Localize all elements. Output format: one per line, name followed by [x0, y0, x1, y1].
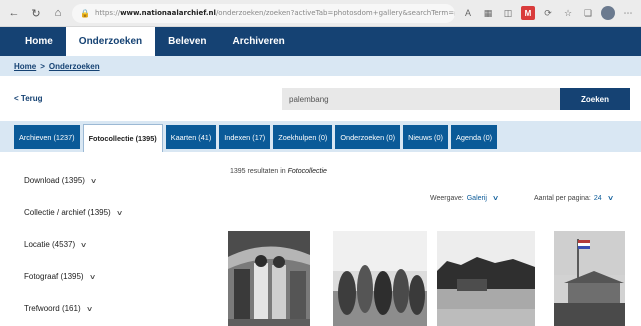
photo-thumbnail[interactable] — [228, 231, 310, 326]
chevron-down-icon: ∨ — [491, 195, 500, 202]
breadcrumb: Home > Onderzoeken — [0, 56, 641, 76]
facet-download[interactable]: Download (1395) ∨ — [24, 176, 98, 185]
chevron-down-icon: ∨ — [88, 273, 96, 281]
chevron-down-icon: ∨ — [85, 305, 93, 313]
breadcrumb-separator: > — [40, 61, 45, 71]
url-domain: www.nationaalarchief.nl — [120, 9, 216, 17]
nav-archiveren[interactable]: Archiveren — [220, 27, 298, 56]
chevron-down-icon: ∨ — [115, 209, 123, 217]
lock-icon: 🔒 — [80, 8, 90, 18]
favorites-icon[interactable]: ☆ — [561, 6, 575, 20]
tab-zoekhulpen[interactable]: Zoekhulpen (0) — [273, 125, 333, 149]
tab-indexen[interactable]: Indexen (17) — [219, 125, 271, 149]
results-content: Download (1395) ∨ Collectie / archief (1… — [0, 152, 641, 326]
tab-agenda[interactable]: Agenda (0) — [450, 125, 498, 149]
back-arrow-icon[interactable]: ← — [6, 5, 22, 21]
search-input[interactable]: palembang — [282, 88, 560, 110]
nav-beleven[interactable]: Beleven — [155, 27, 219, 56]
results-count-text: 1395 resultaten in — [230, 168, 286, 175]
search-row: < Terug palembang Zoeken — [0, 76, 641, 121]
facet-fotograaf[interactable]: Fotograaf (1395) ∨ — [24, 272, 96, 281]
per-page-selector[interactable]: Aantal per pagina: 24 ∨ — [534, 194, 614, 203]
photo-image — [437, 231, 535, 326]
extension-icon[interactable]: M — [521, 6, 535, 20]
immersive-reader-icon[interactable]: ▦ — [481, 6, 495, 20]
per-page-value: 24 — [593, 194, 602, 202]
results-count: 1395 resultaten in Fotocollectie — [230, 168, 327, 175]
main-navigation: Home Onderzoeken Beleven Archiveren — [0, 27, 641, 56]
photo-image — [554, 231, 625, 326]
tab-nieuws[interactable]: Nieuws (0) — [403, 125, 448, 149]
view-value: Galerij — [466, 194, 487, 202]
home-icon[interactable]: ⌂ — [50, 5, 66, 21]
result-tabs: Archieven (1237) Fotocollectie (1395) Ka… — [0, 121, 641, 152]
tab-archieven[interactable]: Archieven (1237) — [14, 125, 80, 149]
chevron-down-icon: ∨ — [606, 195, 614, 202]
breadcrumb-home[interactable]: Home — [14, 62, 36, 71]
read-aloud-icon[interactable]: A — [461, 6, 475, 20]
view-selector[interactable]: Weergave: Galerij ∨ — [430, 194, 500, 203]
profile-avatar[interactable] — [601, 6, 615, 20]
refresh-icon[interactable]: ↻ — [28, 5, 44, 21]
photo-image — [333, 231, 427, 326]
facet-label: Trefwoord (161) — [24, 304, 81, 313]
facet-label: Locatie (4537) — [24, 240, 76, 249]
facet-label: Fotograaf (1395) — [24, 272, 84, 281]
photo-image — [228, 231, 310, 326]
collections-icon[interactable]: ❏ — [581, 6, 595, 20]
photo-thumbnail[interactable] — [554, 231, 625, 326]
nav-home[interactable]: Home — [12, 27, 66, 56]
more-menu-icon[interactable]: ⋯ — [621, 6, 635, 20]
per-page-label: Aantal per pagina: — [534, 194, 591, 202]
url-prefix: https:// — [94, 9, 121, 17]
search-button[interactable]: Zoeken — [560, 88, 630, 110]
photo-thumbnail[interactable] — [437, 231, 535, 326]
chevron-down-icon: ∨ — [89, 177, 98, 185]
chevron-down-icon: ∨ — [80, 241, 88, 249]
tab-kaarten[interactable]: Kaarten (41) — [165, 125, 217, 149]
url-path: /onderzoeken/zoeken?activeTab=photosdom+… — [215, 9, 455, 17]
nav-onderzoeken[interactable]: Onderzoeken — [65, 27, 156, 56]
photo-thumbnail[interactable] — [333, 231, 427, 326]
facet-trefwoord[interactable]: Trefwoord (161) ∨ — [24, 304, 93, 313]
tab-fotocollectie[interactable]: Fotocollectie (1395) — [82, 124, 163, 152]
tab-onderzoeken[interactable]: Onderzoeken (0) — [335, 125, 401, 149]
view-label: Weergave: — [430, 194, 464, 202]
facet-collectie[interactable]: Collectie / archief (1395) ∨ — [24, 208, 123, 217]
facet-locatie[interactable]: Locatie (4537) ∨ — [24, 240, 88, 249]
apps-icon[interactable]: ◫ — [501, 6, 515, 20]
facet-label: Download (1395) — [24, 176, 85, 185]
refresh-extension-icon[interactable]: ⟳ — [541, 6, 555, 20]
back-link[interactable]: < Terug — [14, 94, 43, 103]
facet-label: Collectie / archief (1395) — [24, 208, 111, 217]
breadcrumb-onderzoeken[interactable]: Onderzoeken — [49, 62, 100, 71]
results-collection: Fotocollectie — [287, 168, 327, 175]
browser-toolbar: ← ↻ ⌂ 🔒 https://www.nationaalarchief.nl/… — [0, 0, 641, 27]
address-bar[interactable]: 🔒 https://www.nationaalarchief.nl/onderz… — [72, 3, 455, 23]
